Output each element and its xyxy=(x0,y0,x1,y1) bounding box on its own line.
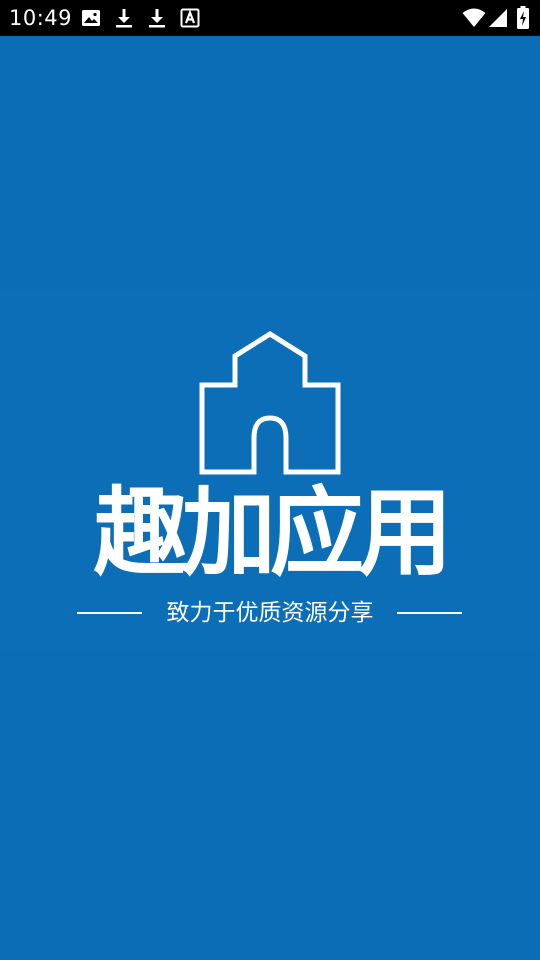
cell-signal-icon xyxy=(489,9,507,27)
house-outline-icon xyxy=(199,331,341,475)
font-a-icon xyxy=(180,8,200,28)
status-bar: 10:49 xyxy=(0,0,540,36)
tagline-right-line xyxy=(397,612,462,614)
tagline-left-line xyxy=(77,612,142,614)
tagline-text: 致力于优质资源分享 xyxy=(166,600,374,626)
download-icon xyxy=(149,9,165,28)
download-icon xyxy=(116,9,132,28)
image-icon xyxy=(82,10,100,26)
status-time: 10:49 xyxy=(9,6,73,30)
battery-charging-icon xyxy=(517,6,529,29)
tagline-row: 致力于优质资源分享 xyxy=(0,597,540,629)
wifi-icon xyxy=(462,8,486,27)
app-name-title: 趣加应用 xyxy=(93,477,453,589)
